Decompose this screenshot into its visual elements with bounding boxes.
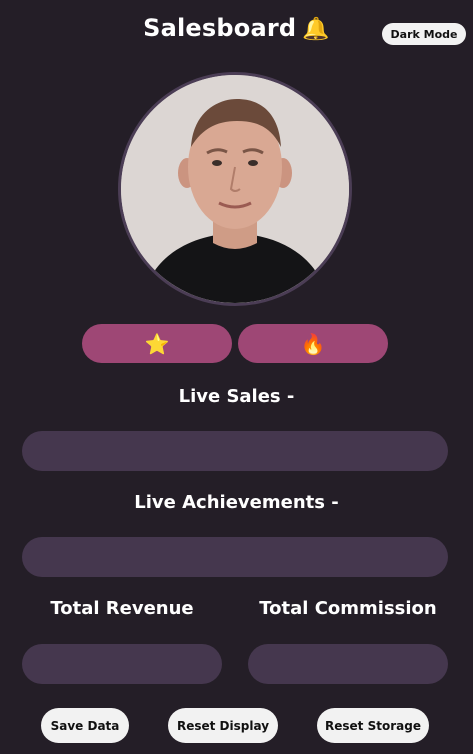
bell-icon: 🔔 xyxy=(302,17,330,42)
save-data-button[interactable]: Save Data xyxy=(41,708,129,743)
total-revenue-display xyxy=(22,644,222,684)
live-sales-display xyxy=(22,431,448,471)
live-achievements-display xyxy=(22,537,448,577)
dark-mode-toggle[interactable]: Dark Mode xyxy=(382,23,466,45)
total-commission-display xyxy=(248,644,448,684)
fire-button[interactable]: 🔥 xyxy=(238,324,388,363)
live-achievements-label: Live Achievements - xyxy=(134,492,339,513)
salesboard-app: Salesboard 🔔 Dark Mode ⭐ 🔥 Live Sales - … xyxy=(0,0,473,754)
star-button[interactable]: ⭐ xyxy=(82,324,232,363)
reset-display-button[interactable]: Reset Display xyxy=(168,708,278,743)
avatar xyxy=(118,72,352,306)
fire-icon: 🔥 xyxy=(300,331,326,356)
star-icon: ⭐ xyxy=(144,331,170,356)
reset-storage-button[interactable]: Reset Storage xyxy=(317,708,429,743)
total-commission-label: Total Commission xyxy=(259,598,437,619)
avatar-photo xyxy=(121,75,349,303)
live-sales-label: Live Sales - xyxy=(178,386,295,407)
total-revenue-label: Total Revenue xyxy=(50,598,194,619)
title-text: Salesboard xyxy=(143,14,297,42)
